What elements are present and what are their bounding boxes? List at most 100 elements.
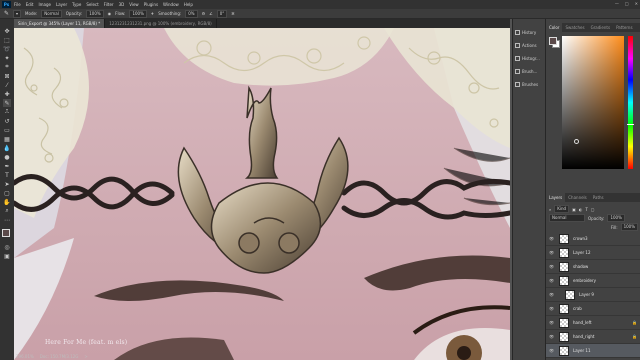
layer-opacity-field[interactable]: 100% (607, 214, 625, 222)
brush-tool-icon[interactable]: ✎ (4, 10, 9, 17)
visibility-eye-icon[interactable]: 👁 (549, 236, 555, 241)
filter-pixel-icon[interactable]: ▣ (572, 207, 576, 212)
eraser-tool-icon[interactable]: ▭ (3, 126, 11, 134)
zoom-tool-icon[interactable]: ⌕ (3, 207, 11, 215)
rectangle-tool-icon[interactable]: ▢ (3, 189, 11, 197)
frame-tool-icon[interactable]: ⊠ (3, 72, 11, 80)
mode-dropdown[interactable]: Normal (41, 9, 62, 18)
dodge-tool-icon[interactable]: ● (3, 153, 11, 161)
maximize-button[interactable]: □ (625, 1, 629, 6)
menu-edit[interactable]: Edit (26, 2, 34, 7)
close-button[interactable]: ✕ (635, 1, 638, 6)
hue-slider-thumb[interactable] (627, 124, 634, 125)
visibility-eye-icon[interactable]: 👁 (549, 292, 555, 297)
menu-3d[interactable]: 3D (119, 2, 125, 7)
menu-layer[interactable]: Layer (56, 2, 67, 7)
visibility-eye-icon[interactable]: 👁 (549, 278, 555, 283)
screen-mode-icon[interactable]: ▣ (3, 252, 11, 260)
panel-foreground-swatch[interactable] (549, 37, 557, 45)
app-logo[interactable]: Ps (2, 1, 11, 8)
visibility-eye-icon[interactable]: 👁 (549, 334, 555, 339)
fill-field[interactable]: 100% (620, 223, 638, 231)
layer-row[interactable]: 👁 embroidery (546, 274, 640, 288)
status-arrow-icon[interactable]: > (84, 354, 87, 359)
crop-tool-icon[interactable]: ⌗ (3, 63, 11, 71)
type-tool-icon[interactable]: T (3, 171, 11, 179)
pressure-opacity-icon[interactable]: ◉ (108, 11, 112, 16)
menu-filter[interactable]: Filter (104, 2, 114, 7)
minimize-button[interactable]: — (615, 1, 619, 6)
tab-swatches[interactable]: Swatches (562, 23, 587, 32)
menu-help[interactable]: Help (184, 2, 193, 7)
smoothing-settings-icon[interactable]: ⚙ (202, 11, 206, 16)
symmetry-icon[interactable]: ✲ (231, 11, 234, 16)
menu-file[interactable]: File (14, 2, 21, 7)
lock-icon[interactable]: 🔒 (632, 334, 637, 339)
brush-preset-picker[interactable]: ▾ (13, 9, 22, 18)
menu-plugins[interactable]: Plugins (144, 2, 158, 7)
filter-adjust-icon[interactable]: ◐ (579, 207, 583, 212)
hand-tool-icon[interactable]: ✋ (3, 198, 11, 206)
visibility-eye-icon[interactable]: 👁 (549, 264, 555, 269)
lasso-tool-icon[interactable]: ➰ (3, 45, 11, 53)
tab-patterns[interactable]: Patterns (613, 23, 635, 32)
stamp-tool-icon[interactable]: ⎍ (3, 108, 11, 116)
layer-row[interactable]: 👁 crown3 (546, 232, 640, 246)
history-panel-button[interactable]: History (515, 26, 543, 38)
layer-row[interactable]: 👁 Layer 9 (546, 288, 640, 302)
blur-tool-icon[interactable]: 💧 (3, 144, 11, 152)
filter-type-icon[interactable]: T (585, 207, 587, 212)
layer-row[interactable]: 👁 shadow (546, 260, 640, 274)
layer-row[interactable]: 👁 hand_left 🔒 (546, 316, 640, 330)
flow-field[interactable]: 100% (129, 9, 147, 18)
blend-mode-dropdown[interactable]: Normal (549, 214, 585, 222)
eyedropper-tool-icon[interactable]: ⁄ (3, 81, 11, 89)
opacity-field[interactable]: 100% (86, 9, 104, 18)
tab-channels[interactable]: Channels (565, 193, 590, 202)
menu-view[interactable]: View (129, 2, 139, 7)
pen-tool-icon[interactable]: ✒ (3, 162, 11, 170)
quick-mask-icon[interactable]: ◎ (3, 243, 11, 251)
marquee-tool-icon[interactable]: ⬚ (3, 36, 11, 44)
color-picker-field[interactable] (562, 36, 624, 169)
tab-gradients[interactable]: Gradients (588, 23, 614, 32)
brushes-panel-button[interactable]: Brushes (515, 78, 543, 90)
layer-row[interactable]: 👁 Layer 12 (546, 246, 640, 260)
picker-cursor[interactable] (574, 139, 579, 144)
layer-kind-dropdown[interactable]: Kind (554, 205, 570, 213)
brush-settings-panel-button[interactable]: Brush... (515, 65, 543, 77)
smoothing-field[interactable]: 0% (185, 9, 198, 18)
layer-row[interactable]: 👁 hand_right 🔒 (546, 330, 640, 344)
gradient-tool-icon[interactable]: ▦ (3, 135, 11, 143)
healing-tool-icon[interactable]: ✚ (3, 90, 11, 98)
menu-image[interactable]: Image (38, 2, 51, 7)
tab-layers[interactable]: Layers (546, 193, 566, 202)
visibility-eye-icon[interactable]: 👁 (549, 348, 555, 353)
filter-shape-icon[interactable]: ▢ (591, 207, 595, 212)
lock-icon[interactable]: 🔒 (632, 320, 637, 325)
move-tool-icon[interactable]: ✥ (3, 27, 11, 35)
airbrush-icon[interactable]: ✈ (151, 11, 154, 16)
hue-slider[interactable] (627, 36, 634, 169)
brush-tool-icon[interactable]: ✎ (3, 99, 11, 107)
layer-row[interactable]: 👁 crab (546, 302, 640, 316)
quick-select-tool-icon[interactable]: ✦ (3, 54, 11, 62)
menu-select[interactable]: Select (86, 2, 98, 7)
visibility-eye-icon[interactable]: 👁 (549, 250, 555, 255)
tab-sirin-export[interactable]: Sirin_Export @ 345% (Layer 11, RGB/8) * (14, 19, 106, 28)
more-tools-icon[interactable]: ⋯ (3, 216, 11, 224)
history-brush-tool-icon[interactable]: ↺ (3, 117, 11, 125)
menu-type[interactable]: Type (72, 2, 81, 7)
menu-window[interactable]: Window (163, 2, 179, 7)
document-canvas[interactable] (14, 28, 510, 360)
tab-color[interactable]: Color (546, 23, 563, 32)
foreground-color-swatch[interactable] (2, 229, 10, 237)
histogram-panel-button[interactable]: Histogr... (515, 52, 543, 64)
tab-paths[interactable]: Paths (590, 193, 607, 202)
tab-embroidery[interactable]: 1231231231231.png @ 100% (embroidery, RG… (105, 19, 217, 28)
path-select-tool-icon[interactable]: ➤ (3, 180, 11, 188)
visibility-eye-icon[interactable]: 👁 (549, 320, 555, 325)
zoom-level[interactable]: 296.01% (16, 354, 34, 359)
angle-field[interactable]: 0° (216, 9, 228, 18)
visibility-eye-icon[interactable]: 👁 (549, 306, 555, 311)
